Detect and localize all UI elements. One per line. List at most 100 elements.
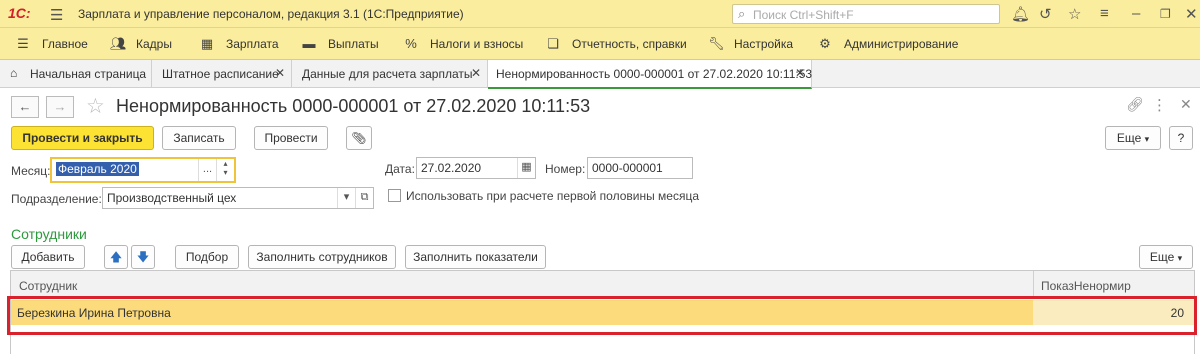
tab-label: Штатное расписание xyxy=(162,67,279,81)
arrow-up-icon: 🡅 xyxy=(109,250,123,264)
search-input[interactable]: ⌕ Поиск Ctrl+Shift+F xyxy=(732,4,1000,24)
calculator-icon: ▦ xyxy=(200,36,214,51)
back-button[interactable]: ← xyxy=(11,96,39,118)
tab-staff-schedule[interactable]: Штатное расписание ✕ xyxy=(152,60,292,88)
close-icon[interactable]: ✕ xyxy=(1185,5,1198,23)
settings-menu-icon[interactable]: ≡ xyxy=(1100,5,1109,22)
month-value: Февраль 2020 xyxy=(56,162,139,176)
save-button[interactable]: Записать xyxy=(162,126,236,150)
wallet-icon: ▬ xyxy=(302,36,316,51)
open-icon[interactable]: ⧉ xyxy=(355,188,373,208)
more-menu-icon[interactable]: ⋮ xyxy=(1152,96,1167,114)
section-taxes[interactable]: % Налоги и взносы xyxy=(404,36,523,51)
minimize-icon[interactable]: – xyxy=(1132,5,1140,22)
month-stepper[interactable]: ▴ ▾ xyxy=(216,159,234,181)
arrow-down-icon: 🡇 xyxy=(136,250,150,264)
search-icon: ⌕ xyxy=(738,6,746,21)
app-title: Зарплата и управление персоналом, редакц… xyxy=(78,7,464,21)
highlight-frame xyxy=(7,296,1197,335)
forward-button[interactable]: → xyxy=(46,96,74,118)
title-bar: 1С: ☰ Зарплата и управление персоналом, … xyxy=(0,0,1200,28)
number-value: 0000-000001 xyxy=(592,161,663,175)
sections-bar: ☰ Главное 👥︎ Кадры ▦ Зарплата ▬ Выплаты % Нал… xyxy=(0,28,1200,60)
section-payments[interactable]: ▬ Выплаты xyxy=(302,36,379,51)
tab-bar: ⌂ Начальная страница Штатное расписание … xyxy=(0,60,1200,89)
dropdown-arrow-icon[interactable]: ▾ xyxy=(337,188,355,208)
tab-home[interactable]: ⌂ Начальная страница xyxy=(0,60,152,88)
arrow-right-icon: → xyxy=(53,99,67,114)
move-down-button[interactable]: 🡇 xyxy=(131,245,155,269)
bell-icon[interactable]: 🔔︎ xyxy=(1011,5,1030,23)
attach-button[interactable]: 📎︎ xyxy=(346,126,372,150)
post-button[interactable]: Провести xyxy=(254,126,328,150)
date-value: 27.02.2020 xyxy=(421,161,482,175)
department-label: Подразделение: xyxy=(11,192,102,206)
dropdown-arrow-icon: ▾ xyxy=(1144,134,1150,144)
select-button[interactable]: ... xyxy=(198,159,216,181)
documents-icon: ❏ xyxy=(547,36,559,51)
paperclip-icon: 📎︎ xyxy=(351,131,367,145)
more-label: Еще xyxy=(1116,131,1142,145)
date-field[interactable]: 27.02.2020 ▦ xyxy=(416,157,536,179)
page-title: Ненормированность 0000-000001 от 27.02.2… xyxy=(116,96,591,116)
department-field[interactable]: Производственный цех ▾ ⧉ xyxy=(102,187,374,209)
table-header: Сотрудник ПоказНенормир xyxy=(11,271,1194,299)
wrench-icon: 🔧︎ xyxy=(708,36,725,51)
arrow-left-icon: ← xyxy=(18,99,32,114)
search-placeholder: Поиск Ctrl+Shift+F xyxy=(753,8,854,22)
fill-employees-button[interactable]: Заполнить сотрудников xyxy=(248,245,396,269)
section-personnel[interactable]: 👥︎ Кадры xyxy=(110,36,172,52)
month-field[interactable]: Февраль 2020 ... ▴ ▾ xyxy=(50,157,236,183)
number-field[interactable]: 0000-000001 xyxy=(587,157,693,179)
section-label: Отчетность, справки xyxy=(572,37,687,51)
restore-icon[interactable]: ❐ xyxy=(1160,7,1171,21)
table-more-button[interactable]: Еще ▾ xyxy=(1139,245,1193,269)
pick-button[interactable]: Подбор xyxy=(175,245,239,269)
help-button[interactable]: ? xyxy=(1169,126,1193,150)
column-header-employee[interactable]: Сотрудник xyxy=(19,279,77,293)
history-icon[interactable]: ↺ xyxy=(1039,5,1052,23)
post-and-close-button[interactable]: Провести и закрыть xyxy=(11,126,154,150)
section-settings[interactable]: 🔧︎ Настройка xyxy=(708,36,793,52)
help-icon: ? xyxy=(1177,131,1185,145)
section-label: Настройка xyxy=(734,37,794,51)
first-half-label: Использовать при расчете первой половины… xyxy=(406,189,700,203)
home-icon: ⌂ xyxy=(10,66,18,80)
section-label: Главное xyxy=(42,37,88,51)
close-form-icon[interactable]: ✕ xyxy=(1180,96,1192,113)
fill-indicators-button[interactable]: Заполнить показатели xyxy=(405,245,546,269)
column-divider xyxy=(1033,271,1034,299)
section-label: Администрирование xyxy=(844,37,959,51)
column-header-irregularity[interactable]: ПоказНенормир xyxy=(1041,279,1131,293)
more-label: Еще xyxy=(1149,250,1175,264)
main-menu-icon[interactable]: ☰ xyxy=(50,6,63,24)
dropdown-arrow-icon: ▾ xyxy=(1177,253,1183,263)
star-icon[interactable]: ☆ xyxy=(1068,5,1081,23)
date-label: Дата: xyxy=(385,162,415,176)
close-icon[interactable]: ✕ xyxy=(471,66,481,80)
tab-label: Начальная страница xyxy=(30,67,147,81)
month-label: Месяц: xyxy=(11,164,51,178)
section-reports[interactable]: ❏ Отчетность, справки xyxy=(546,36,687,52)
menu-icon: ☰ xyxy=(17,36,29,51)
section-label: Кадры xyxy=(136,37,172,51)
first-half-checkbox[interactable] xyxy=(388,189,401,202)
people-icon: 👥︎ xyxy=(110,36,127,51)
tab-salary-data[interactable]: Данные для расчета зарплаты ✕ xyxy=(292,60,488,88)
link-icon[interactable]: 🔗︎ xyxy=(1126,96,1144,113)
add-button[interactable]: Добавить xyxy=(11,245,85,269)
tab-irregularity-document[interactable]: Ненормированность 0000-000001 от 27.02.2… xyxy=(488,60,812,89)
section-main[interactable]: ☰ Главное xyxy=(16,36,88,52)
move-up-button[interactable]: 🡅 xyxy=(104,245,128,269)
close-icon[interactable]: ✕ xyxy=(795,66,805,80)
favorite-star-icon[interactable]: ☆ xyxy=(86,94,105,119)
close-icon[interactable]: ✕ xyxy=(275,66,285,80)
section-salary[interactable]: ▦ Зарплата xyxy=(200,36,279,52)
more-button[interactable]: Еще ▾ xyxy=(1105,126,1161,150)
calendar-icon[interactable]: ▦ xyxy=(517,158,535,178)
percent-icon: % xyxy=(405,36,417,51)
section-administration[interactable]: ⚙ Администрирование xyxy=(818,36,958,52)
section-label: Выплаты xyxy=(328,37,379,51)
app-logo: 1С: xyxy=(8,5,31,21)
section-label: Зарплата xyxy=(226,37,279,51)
